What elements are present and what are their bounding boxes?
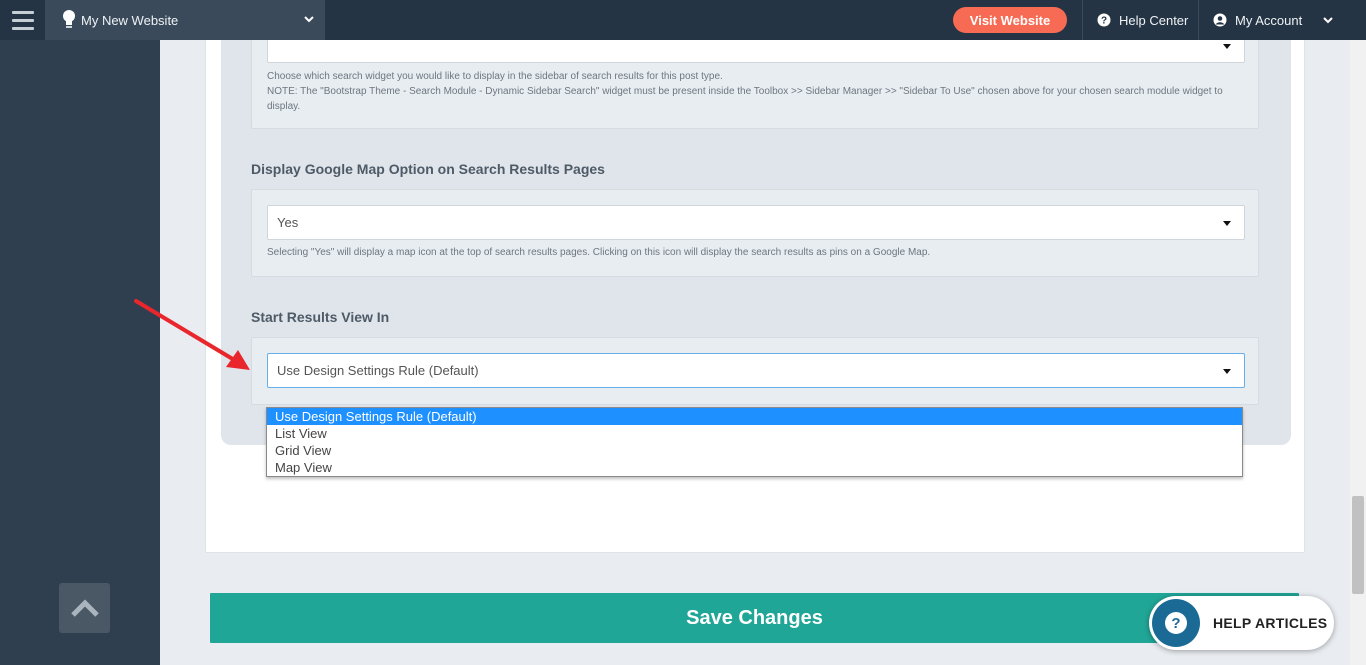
option-map-view[interactable]: Map View xyxy=(267,459,1242,476)
google-map-value: Yes xyxy=(277,215,299,230)
website-selector[interactable]: My New Website xyxy=(45,0,325,40)
page-scrollbar[interactable] xyxy=(1350,40,1366,665)
google-map-field: Yes Selecting "Yes" will display a map i… xyxy=(251,189,1259,277)
divider xyxy=(1198,0,1199,40)
my-account-label: My Account xyxy=(1235,12,1303,28)
help-text-line: Choose which search widget you would lik… xyxy=(267,71,723,82)
lightbulb-icon xyxy=(63,10,75,28)
caret-down-icon xyxy=(1223,221,1231,226)
search-settings-panel: Choose which search widget you would lik… xyxy=(221,40,1291,445)
hamburger-menu-icon[interactable] xyxy=(0,0,45,40)
google-map-help: Selecting "Yes" will display a map icon … xyxy=(267,247,931,258)
option-grid-view[interactable]: Grid View xyxy=(267,442,1242,459)
help-center-link[interactable]: ? Help Center xyxy=(1097,0,1188,40)
main-content: Choose which search widget you would lik… xyxy=(160,40,1350,665)
chevron-down-icon xyxy=(304,16,314,23)
user-circle-icon xyxy=(1213,13,1227,27)
my-account-menu[interactable]: My Account xyxy=(1213,0,1334,40)
results-view-value: Use Design Settings Rule (Default) xyxy=(277,363,479,378)
scrollbar-thumb[interactable] xyxy=(1352,496,1364,594)
help-text-line: NOTE: The "Bootstrap Theme - Search Modu… xyxy=(267,86,1223,112)
search-widget-select[interactable] xyxy=(267,40,1245,63)
divider xyxy=(1082,0,1083,40)
results-view-field: Use Design Settings Rule (Default) xyxy=(251,337,1259,405)
caret-down-icon xyxy=(1223,369,1231,374)
google-map-label: Display Google Map Option on Search Resu… xyxy=(251,161,605,177)
chevron-down-icon xyxy=(1323,17,1333,24)
top-bar: My New Website Visit Website ? Help Cent… xyxy=(0,0,1366,40)
save-changes-button[interactable]: Save Changes xyxy=(210,593,1299,643)
annotation-arrow-icon xyxy=(134,299,250,370)
results-view-options: Use Design Settings Rule (Default) List … xyxy=(266,407,1243,477)
svg-text:?: ? xyxy=(1101,16,1107,27)
website-name: My New Website xyxy=(81,12,179,28)
caret-down-icon xyxy=(1223,44,1231,49)
search-widget-field: Choose which search widget you would lik… xyxy=(251,40,1259,129)
search-widget-help: Choose which search widget you would lik… xyxy=(267,69,1257,114)
question-circle-icon: ? xyxy=(1097,13,1111,27)
chevron-up-icon xyxy=(70,599,99,617)
help-articles-label: HELP ARTICLES xyxy=(1213,615,1328,631)
option-list-view[interactable]: List View xyxy=(267,425,1242,442)
results-view-label: Start Results View In xyxy=(251,309,390,325)
results-view-select[interactable]: Use Design Settings Rule (Default) xyxy=(267,353,1245,388)
help-articles-button[interactable]: ? HELP ARTICLES xyxy=(1149,596,1334,650)
help-circle: ? xyxy=(1152,599,1200,647)
scroll-to-top-button[interactable] xyxy=(59,583,110,633)
visit-website-button[interactable]: Visit Website xyxy=(953,7,1067,33)
question-icon: ? xyxy=(1165,612,1187,634)
option-design-settings[interactable]: Use Design Settings Rule (Default) xyxy=(267,408,1242,425)
help-center-label: Help Center xyxy=(1119,12,1189,28)
google-map-select[interactable]: Yes xyxy=(267,205,1245,240)
